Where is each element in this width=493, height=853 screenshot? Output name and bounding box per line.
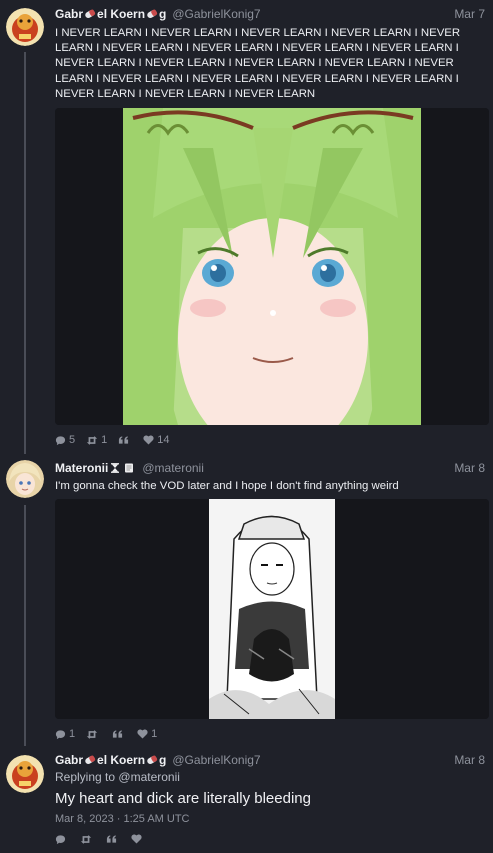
quote-button[interactable] [118, 435, 132, 445]
reply-button[interactable]: 5 [55, 434, 75, 446]
tweet-stats [55, 832, 489, 846]
reply-count: 5 [69, 434, 76, 447]
quote-icon [119, 436, 129, 444]
tweet-stats: 5 1 14 [55, 433, 489, 447]
tweet-timestamp[interactable]: Mar 8, 2023 · 1:25 AM UTC [55, 813, 489, 825]
tweet[interactable]: Materonii @materonii Mar 8 I'm gonna che… [0, 450, 493, 745]
like-button[interactable]: 14 [143, 434, 170, 447]
pill-emoji-icon [84, 8, 96, 20]
retweet-icon [80, 834, 92, 844]
heart-icon [137, 729, 148, 739]
retweet-count: 1 [101, 434, 108, 447]
retweet-button[interactable] [86, 729, 101, 740]
tweet-date[interactable]: Mar 7 [454, 7, 485, 21]
reply-count: 1 [69, 728, 76, 741]
reply-icon [55, 834, 66, 844]
scroll-emoji-icon [123, 462, 135, 474]
hourglass-emoji-icon [109, 462, 121, 474]
like-count: 14 [157, 434, 170, 447]
replying-to-handle[interactable]: @materonii [118, 770, 180, 784]
replying-to: Replying to @materonii [55, 770, 180, 784]
handle[interactable]: @GabrielKonig7 [172, 753, 260, 767]
reply-button[interactable]: 1 [55, 728, 75, 740]
tweet-media[interactable] [55, 108, 489, 426]
retweet-icon [86, 435, 98, 445]
quote-button[interactable] [112, 729, 126, 739]
like-button[interactable]: 1 [137, 728, 157, 740]
like-count: 1 [151, 728, 158, 741]
tweet-text: My heart and dick are literally bleeding [55, 790, 311, 807]
retweet-button[interactable]: 1 [86, 434, 107, 446]
tweet[interactable]: Gabr el Koern g @GabrielKonig7 Mar 7 I NEV… [0, 0, 493, 450]
like-button[interactable] [131, 834, 145, 844]
display-name[interactable]: Materonii [55, 461, 136, 475]
heart-icon [131, 834, 142, 844]
quote-icon [113, 730, 123, 738]
reply-icon [55, 435, 66, 445]
retweet-button[interactable] [80, 834, 95, 845]
pill-emoji-icon [146, 8, 158, 20]
handle[interactable]: @GabrielKonig7 [172, 7, 260, 21]
tweet-media[interactable] [55, 499, 489, 720]
tweet-text: I'm gonna check the VOD later and I hope… [55, 480, 399, 492]
tweet-date[interactable]: Mar 8 [454, 461, 485, 475]
reply-button[interactable] [55, 834, 69, 845]
avatar[interactable] [6, 460, 44, 498]
reply-icon [55, 730, 66, 739]
handle[interactable]: @materonii [142, 461, 204, 475]
pill-emoji-icon [146, 754, 158, 766]
tweet-focused[interactable]: Gabr el Koern g @GabrielKonig7 Mar 8 Reply… [0, 745, 493, 853]
heart-icon [143, 435, 154, 445]
anime-girl-image [55, 108, 489, 426]
pill-emoji-icon [84, 754, 96, 766]
avatar[interactable] [6, 8, 44, 46]
display-name[interactable]: Gabr el Koern g [55, 753, 166, 767]
avatar[interactable] [6, 755, 44, 793]
tweet-date[interactable]: Mar 8 [454, 753, 485, 767]
quote-icon [106, 835, 117, 843]
display-name[interactable]: Gabr el Koern g [55, 7, 166, 21]
tweet-stats: 1 1 [55, 727, 489, 741]
manga-panel-image [55, 499, 489, 720]
retweet-icon [86, 729, 98, 739]
quote-button[interactable] [106, 834, 120, 844]
tweet-text: I NEVER LEARN I NEVER LEARN I NEVER LEAR… [55, 27, 461, 100]
